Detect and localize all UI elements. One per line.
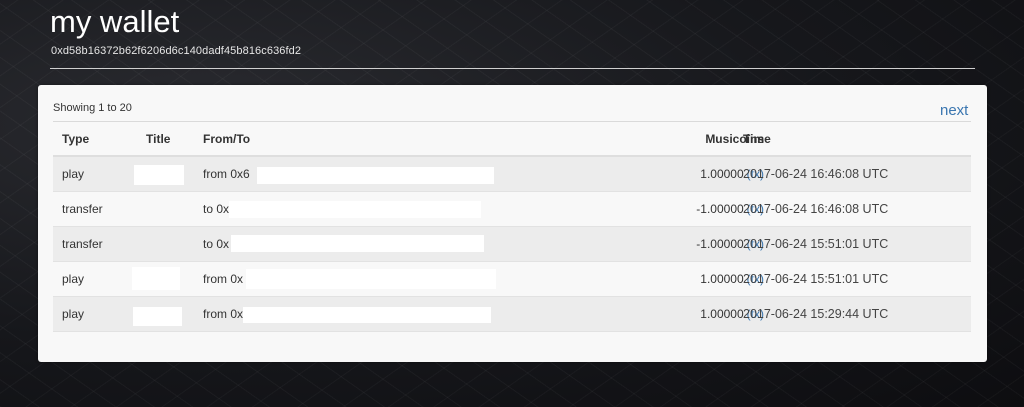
- table-row: transfer to 0x -1.00000 (tx) 2017-06-24 …: [53, 192, 971, 227]
- cell-time: 2017-06-24 16:46:08 UTC: [743, 202, 889, 216]
- table-row: play from 0x 1.00000 (tx) 2017-06-24 15:…: [53, 297, 971, 332]
- table-row: transfer to 0x -1.00000 (tx) 2017-06-24 …: [53, 227, 971, 262]
- cell-time: 2017-06-24 15:51:01 UTC: [743, 237, 889, 251]
- pagination-info: Showing 1 to 20: [53, 102, 132, 114]
- cell-type: transfer: [62, 237, 103, 251]
- redaction-block: [231, 235, 484, 252]
- cell-type: play: [62, 272, 85, 286]
- table-row: play from 0x6 1.00000 (tx) 2017-06-24 16…: [53, 157, 971, 192]
- amount-value: -1.00000: [696, 237, 744, 251]
- redaction-block: [229, 201, 481, 218]
- cell-time: 2017-06-24 15:29:44 UTC: [743, 307, 889, 321]
- wallet-address: 0xd58b16372b62f6206d6c140dadf45b816c636f…: [51, 45, 302, 57]
- amount-value: 1.00000: [700, 272, 744, 286]
- column-header-title: Title: [146, 131, 171, 146]
- redaction-block: [132, 267, 180, 290]
- cell-from-to: from 0x: [203, 272, 244, 286]
- redaction-block: [257, 167, 494, 184]
- table-header-row: Type Title From/To Musicoins Time: [53, 121, 971, 157]
- redaction-block: [243, 307, 491, 323]
- amount-value: -1.00000: [696, 202, 744, 216]
- cell-type: play: [62, 167, 85, 181]
- column-header-time: Time: [743, 131, 771, 146]
- cell-from-to: to 0x: [203, 237, 230, 251]
- cell-from-to: from 0x: [203, 307, 244, 321]
- cell-time: 2017-06-24 15:51:01 UTC: [743, 272, 889, 286]
- next-page-link[interactable]: next: [940, 102, 968, 119]
- amount-value: 1.00000: [700, 307, 744, 321]
- redaction-block: [133, 307, 182, 326]
- redaction-block: [134, 165, 184, 185]
- redaction-block: [246, 269, 496, 289]
- cell-time: 2017-06-24 16:46:08 UTC: [743, 167, 889, 181]
- page-title: my wallet: [50, 4, 180, 39]
- transactions-table: Type Title From/To Musicoins Time play f…: [53, 121, 971, 332]
- transactions-panel: Showing 1 to 20 next Type Title From/To …: [38, 85, 987, 362]
- cell-from-to: from 0x6: [203, 167, 250, 181]
- page-header: my wallet 0xd58b16372b62f6206d6c140dadf4…: [50, 0, 975, 69]
- amount-value: 1.00000: [700, 167, 744, 181]
- column-header-type: Type: [62, 131, 90, 146]
- cell-from-to: to 0x: [203, 202, 230, 216]
- column-header-from-to: From/To: [203, 131, 251, 146]
- cell-type: play: [62, 307, 85, 321]
- table-row: play from 0x 1.00000 (tx) 2017-06-24 15:…: [53, 262, 971, 297]
- cell-type: transfer: [62, 202, 103, 216]
